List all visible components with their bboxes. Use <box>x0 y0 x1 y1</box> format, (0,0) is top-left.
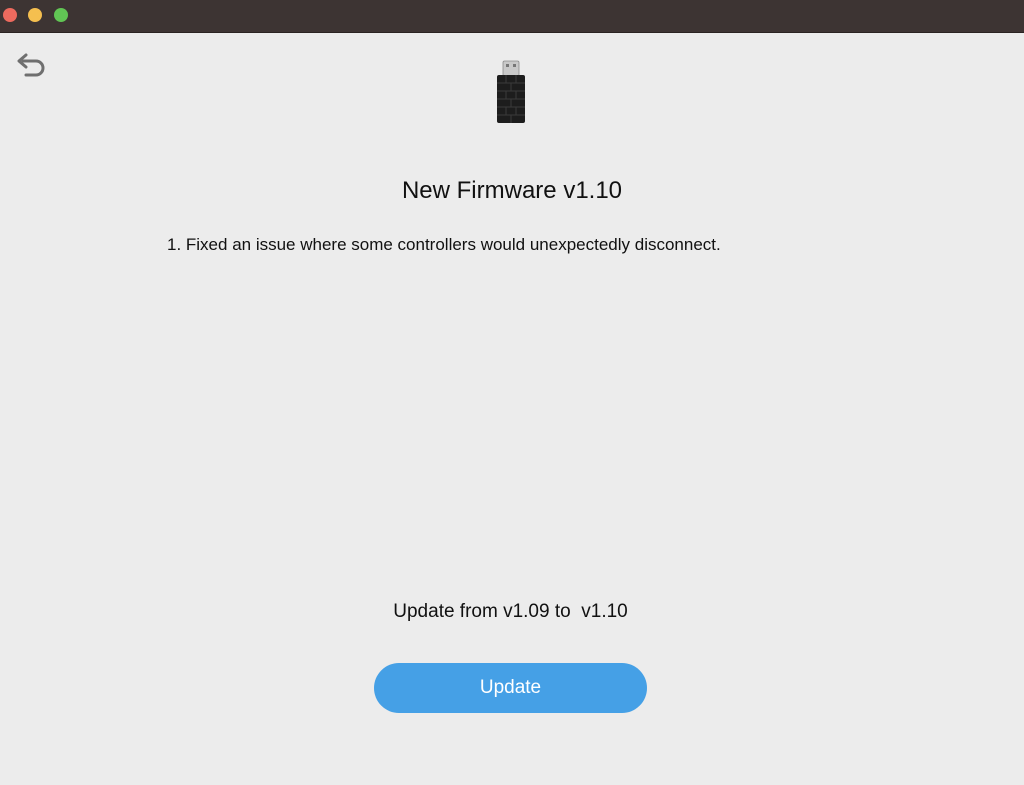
title-bar <box>0 0 1024 33</box>
release-notes: 1. Fixed an issue where some controllers… <box>167 234 721 256</box>
close-window-button[interactable] <box>3 8 17 22</box>
firmware-title: New Firmware v1.10 <box>401 177 623 204</box>
undo-arrow-icon <box>17 53 45 77</box>
back-button[interactable] <box>14 52 48 82</box>
update-button[interactable]: Update <box>374 663 647 713</box>
version-info: Update from v1.09 to v1.10 <box>393 601 628 622</box>
usb-dongle-icon <box>494 58 528 126</box>
release-note-item: 1. Fixed an issue where some controllers… <box>167 235 721 254</box>
zoom-window-button[interactable] <box>54 8 68 22</box>
app-window: New Firmware v1.10 1. Fixed an issue whe… <box>0 0 1024 785</box>
minimize-window-button[interactable] <box>28 8 42 22</box>
